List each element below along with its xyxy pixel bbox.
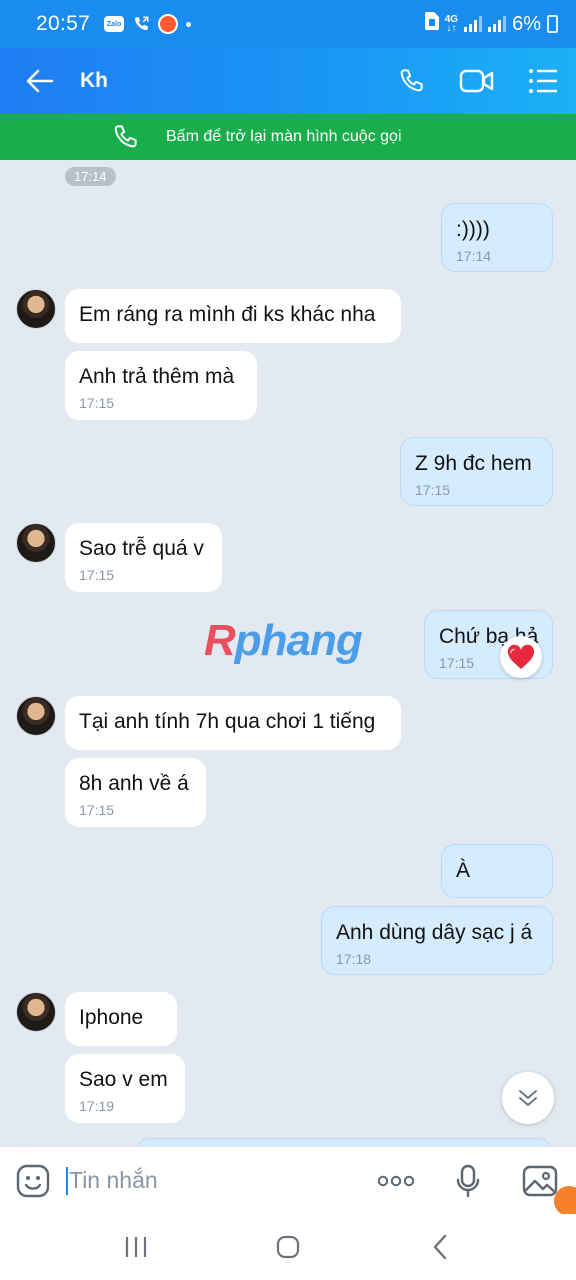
battery-percentage: 6% xyxy=(512,12,541,35)
time-separator: 17:14 xyxy=(65,167,116,186)
message-time: 17:19 xyxy=(79,1098,115,1114)
video-call-button[interactable] xyxy=(444,48,510,114)
message-list[interactable]: 17:14 :)))) 17:14 Em ráng ra mình đi ks … xyxy=(0,160,576,1146)
message-text: Em ráng ra mình đi ks khác nha xyxy=(79,303,376,326)
call-banner-text: Bấm để trở lại màn hình cuộc gọi xyxy=(166,128,402,145)
phone-icon xyxy=(110,122,140,152)
message-text: À xyxy=(456,859,471,882)
signal-bars-2-icon xyxy=(488,16,507,32)
status-bar: 20:57 Zalo 4G ↓↑ 6% xyxy=(0,0,576,48)
back-button[interactable] xyxy=(0,48,80,114)
message-text: Z 9h đc hem xyxy=(415,452,532,475)
message-bubble-incoming[interactable]: Sao trễ quá v 17:15 xyxy=(65,523,222,592)
scroll-to-bottom-button[interactable] xyxy=(502,1072,554,1124)
message-time: 17:15 xyxy=(79,802,115,818)
notification-dot-icon xyxy=(186,21,192,27)
message-text: 8h anh về á xyxy=(79,772,189,795)
signal-bars-1-icon xyxy=(464,16,483,32)
status-time: 20:57 xyxy=(36,12,91,35)
more-options-button[interactable] xyxy=(360,1147,432,1215)
message-text: Anh dùng dây sạc j á xyxy=(336,921,533,944)
heart-icon xyxy=(507,644,535,669)
image-icon xyxy=(522,1165,558,1196)
message-bubble-incoming[interactable]: Em ráng ra mình đi ks khác nha xyxy=(65,289,401,343)
voice-call-button[interactable] xyxy=(378,48,444,114)
message-bubble-incoming[interactable]: Tại anh tính 7h qua chơi 1 tiếng xyxy=(65,696,401,750)
message-time: 17:15 xyxy=(79,567,115,583)
message-text: Anh trả thêm mà xyxy=(79,365,235,388)
phone-call-icon xyxy=(132,15,150,33)
contact-avatar[interactable] xyxy=(16,523,56,563)
message-bubble-outgoing-partial xyxy=(136,1138,552,1146)
zalo-icon: Zalo xyxy=(104,16,125,32)
message-text: Tại anh tính 7h qua chơi 1 tiếng xyxy=(79,710,376,733)
message-bubble-outgoing[interactable]: Anh dùng dây sạc j á 17:18 xyxy=(321,906,553,975)
more-options-icon xyxy=(377,1175,415,1186)
chevron-double-down-icon xyxy=(519,1090,537,1106)
contact-avatar[interactable] xyxy=(16,696,56,736)
network-type: 4G ↓↑ xyxy=(444,14,459,34)
message-text: :)))) xyxy=(456,218,490,241)
screen-recorder-icon xyxy=(158,14,179,34)
home-icon xyxy=(276,1235,300,1259)
message-composer: Tin nhắn xyxy=(0,1146,576,1214)
menu-list-icon xyxy=(529,69,557,93)
watermark-logo: Rphang xyxy=(204,616,363,665)
contact-avatar[interactable] xyxy=(16,289,56,329)
voice-record-button[interactable] xyxy=(432,1147,504,1215)
return-to-call-banner[interactable]: Bấm để trở lại màn hình cuộc gọi xyxy=(0,114,576,160)
message-bubble-incoming[interactable]: Sao v em 17:19 xyxy=(65,1054,185,1123)
contact-avatar[interactable] xyxy=(16,992,56,1032)
floating-assistant-badge[interactable] xyxy=(554,1186,576,1216)
video-icon xyxy=(459,69,494,93)
chat-menu-button[interactable] xyxy=(510,48,576,114)
message-time: 17:18 xyxy=(336,951,372,967)
emoji-button[interactable] xyxy=(0,1147,66,1215)
system-navigation-bar xyxy=(0,1214,576,1280)
recent-apps-button[interactable] xyxy=(96,1214,176,1280)
home-button[interactable] xyxy=(248,1214,328,1280)
message-bubble-outgoing[interactable]: :)))) 17:14 xyxy=(441,203,553,272)
message-bubble-incoming[interactable]: 8h anh về á 17:15 xyxy=(65,758,206,827)
message-bubble-incoming[interactable]: Anh trả thêm mà 17:15 xyxy=(65,351,257,420)
contact-name[interactable]: Kh xyxy=(80,69,108,93)
reaction-heart-button[interactable] xyxy=(500,636,542,678)
message-time: 17:15 xyxy=(79,395,115,411)
message-bubble-outgoing[interactable]: Z 9h đc hem 17:15 xyxy=(400,437,553,506)
message-input[interactable]: Tin nhắn xyxy=(66,1147,360,1215)
message-text: Iphone xyxy=(79,1006,144,1029)
message-text: Sao v em xyxy=(79,1068,168,1091)
sim-icon xyxy=(424,12,439,36)
battery-icon xyxy=(547,15,558,33)
text-caret xyxy=(66,1166,68,1195)
message-time: 17:15 xyxy=(415,482,451,498)
message-time: 17:14 xyxy=(456,248,492,264)
microphone-icon xyxy=(456,1164,480,1197)
message-input-placeholder: Tin nhắn xyxy=(69,1167,158,1193)
arrow-left-icon xyxy=(26,69,54,93)
chat-header: Kh xyxy=(0,48,576,114)
message-bubble-incoming[interactable]: Iphone xyxy=(65,992,177,1046)
system-back-button[interactable] xyxy=(400,1214,480,1280)
message-bubble-outgoing[interactable]: À xyxy=(441,844,553,898)
phone-icon xyxy=(400,69,423,92)
message-text: Sao trễ quá v xyxy=(79,537,204,560)
recent-apps-icon xyxy=(125,1237,147,1257)
back-icon xyxy=(433,1234,447,1260)
emoji-icon xyxy=(16,1164,50,1197)
